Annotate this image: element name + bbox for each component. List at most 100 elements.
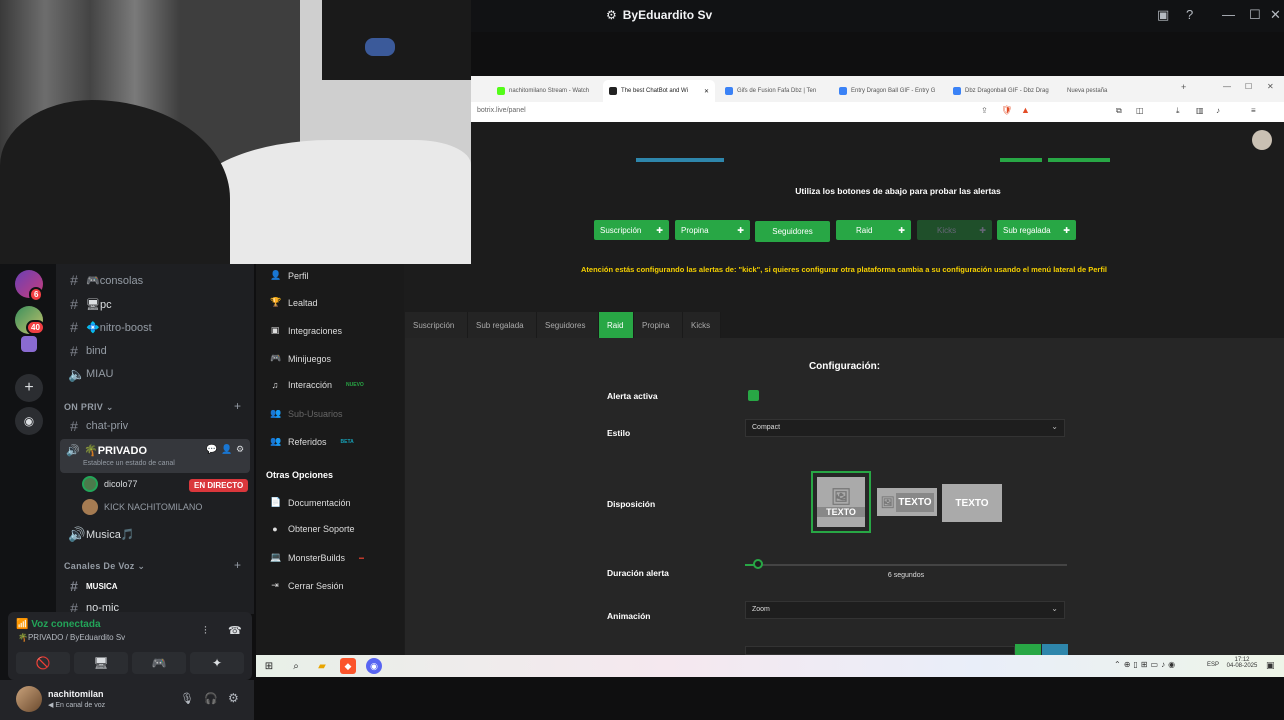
camera-button[interactable]: 🚫 (16, 652, 70, 674)
maximize-button[interactable]: ☐ (1249, 7, 1261, 23)
screen-share-button[interactable]: 🖥 (74, 652, 128, 674)
nav-soporte[interactable]: ● Obtener Soporte (270, 524, 354, 534)
tab-raid[interactable]: Raid (599, 312, 634, 338)
test-suscripcion-button[interactable]: Suscripción ✚ (594, 220, 669, 240)
clock[interactable]: 17:12 04-08-2025 (1225, 657, 1259, 669)
test-sub-regalada-button[interactable]: Sub regalada ✚ (997, 220, 1076, 240)
folder-icon[interactable]: ▰ (314, 658, 330, 674)
channel-nitro-boost[interactable]: # 💠nitro-boost (64, 316, 246, 338)
headphones-icon[interactable]: 🎧 (204, 692, 218, 705)
alert-active-checkbox[interactable] (748, 390, 759, 401)
activities-button[interactable]: 🎮 (132, 652, 186, 674)
nav-sub-usuarios[interactable]: 👥 Sub-Usuarios (270, 408, 343, 419)
tab-sub-regalada[interactable]: Sub regalada (468, 312, 537, 338)
music-icon[interactable]: ♪ (1216, 106, 1220, 115)
chat-icon[interactable]: 💬 (206, 444, 217, 455)
username[interactable]: nachitomilan (48, 689, 104, 699)
category-on-priv[interactable]: ON PRIV ⌄ (64, 402, 114, 413)
close-button[interactable]: ✕ (1267, 82, 1274, 91)
channel-musica-text[interactable]: # MUSICA (64, 575, 246, 597)
gear-icon[interactable]: ⚙ (228, 691, 239, 705)
voice-channel-privado[interactable]: 🔊 🌴PRIVADO Establece un estado de canal … (60, 439, 250, 473)
voice-user-name[interactable]: dicolo77 (104, 479, 138, 489)
channel-musica[interactable]: 🔊 Musica🎵 (64, 523, 246, 545)
add-member-icon[interactable]: 👤 (221, 444, 232, 455)
avatar[interactable] (16, 686, 42, 712)
sound-url-input[interactable] (745, 646, 1015, 655)
server-avatar-3[interactable] (21, 336, 37, 352)
microphone-icon[interactable]: 🎙 (180, 692, 194, 705)
browser-tab[interactable]: Entry Dragon Ball GIF - Entry G (833, 80, 943, 102)
tab-seguidores[interactable]: Seguidores (537, 312, 599, 338)
add-channel-icon[interactable]: + (234, 399, 241, 413)
browser-tab[interactable]: Dbz Dragonball GIF - Dbz Drag (947, 80, 1057, 102)
browser-tab[interactable]: nachitomilano Stream - Watch (491, 80, 599, 102)
duration-slider-track[interactable] (745, 564, 1067, 566)
channel-bind[interactable]: # bind (64, 340, 246, 362)
test-seguidores-button[interactable]: Seguidores (755, 221, 830, 242)
brave-shield-icon[interactable]: 🛡 (1001, 105, 1012, 116)
system-tray-icons[interactable]: ⌃⊕▯⊞▭♪◉ (1114, 660, 1178, 669)
gear-icon[interactable]: ⚙ (236, 444, 244, 455)
help-icon[interactable]: ? (1186, 7, 1193, 22)
channel-chat-priv[interactable]: # chat-priv (64, 415, 246, 437)
new-tab-icon[interactable]: + (1181, 82, 1186, 92)
tab-kicks[interactable]: Kicks (683, 312, 721, 338)
notification-icon[interactable]: ▣ (1266, 660, 1275, 671)
soundboard-button[interactable]: ✦ (190, 652, 244, 674)
tab-suscripcion[interactable]: Suscripción (405, 312, 468, 338)
layout-option-horizontal[interactable]: 🖼 TEXTO (877, 486, 937, 518)
nav-minijuegos[interactable]: 🎮 Minijuegos (270, 353, 331, 364)
duration-slider-handle[interactable] (753, 559, 763, 569)
url-text[interactable]: botrix.live/panel (477, 107, 526, 114)
channel-pc[interactable]: # 🖥pc (64, 293, 246, 315)
nav-interaccion[interactable]: ♫ Interacción NUEVO (270, 380, 364, 390)
search-icon[interactable]: ⌕ (288, 658, 304, 674)
minimize-button[interactable]: — (1222, 7, 1235, 22)
close-button[interactable]: ✕ (1270, 7, 1281, 23)
browser-tab[interactable]: Nueva pestaña (1061, 80, 1131, 102)
test-raid-button[interactable]: Raid ✚ (836, 220, 911, 240)
add-server-icon[interactable]: + (15, 374, 43, 402)
sidebar-icon[interactable]: ◫ (1136, 106, 1144, 115)
download-icon[interactable]: ⤓ (1176, 106, 1180, 116)
nav-lealtad[interactable]: 🏆 Lealtad (270, 297, 318, 308)
browser-tab[interactable]: Gifs de Fusion Fafa Dbz | Ten (719, 80, 829, 102)
brave-rewards-icon[interactable]: ▲ (1021, 105, 1030, 115)
address-bar[interactable]: botrix.live/panel ⇪ 🛡 ▲ ⧉ ◫ ⤓ ▥ ♪ ≡ (471, 102, 1284, 122)
extensions-icon[interactable]: ⧉ (1116, 106, 1122, 116)
nav-monsterbuilds[interactable]: 💻 MonsterBuilds ▬ (270, 552, 364, 563)
nav-documentacion[interactable]: 📄 Documentación (270, 497, 351, 508)
nav-cerrar-sesion[interactable]: ⇥ Cerrar Sesión (270, 580, 343, 591)
avatar[interactable] (1252, 130, 1272, 150)
browser-tab-active[interactable]: The best ChatBot and Wi ✕ (603, 80, 715, 102)
tab-propina[interactable]: Propina (634, 312, 683, 338)
add-channel-icon[interactable]: + (234, 558, 241, 572)
disconnect-icon[interactable]: ☎ (228, 624, 242, 637)
style-select[interactable]: Compact ⌄ (745, 419, 1065, 437)
screen-share-icon[interactable]: ▣ (1157, 7, 1169, 23)
animation-select[interactable]: Zoom ⌄ (745, 601, 1065, 619)
edit-button[interactable] (1042, 644, 1068, 655)
share-icon[interactable]: ⇪ (981, 106, 988, 115)
close-tab-icon[interactable]: ✕ (704, 88, 709, 95)
channel-miau[interactable]: 🔈 MIAU (64, 363, 246, 385)
layout-option-vertical[interactable]: 🖼 TEXTO (811, 471, 871, 533)
brave-icon[interactable]: ◆ (340, 658, 356, 674)
voice-channel-path[interactable]: 🌴PRIVADO / ByEduardito Sv (18, 633, 125, 642)
maximize-button[interactable]: ☐ (1245, 82, 1252, 91)
discord-icon[interactable]: ◉ (366, 658, 382, 674)
channel-consolas[interactable]: # 🎮consolas (64, 269, 246, 291)
upload-button[interactable] (1015, 644, 1041, 655)
language-indicator[interactable]: ESP (1207, 662, 1219, 668)
voice-status[interactable]: 📶 Voz conectada (16, 619, 101, 630)
nav-referidos[interactable]: 👥 Referidos BETA (270, 436, 354, 447)
minimize-button[interactable]: — (1223, 82, 1231, 91)
test-kicks-button[interactable]: Kicks ✚ (917, 220, 992, 240)
wallet-icon[interactable]: ▥ (1196, 106, 1204, 115)
layout-option-overlay[interactable]: TEXTO (942, 484, 1002, 522)
start-icon[interactable]: ⊞ (261, 658, 277, 674)
menu-icon[interactable]: ≡ (1251, 106, 1256, 115)
category-canales-de-voz[interactable]: Canales De Voz ⌄ (64, 561, 145, 572)
test-propina-button[interactable]: Propina ✚ (675, 220, 750, 240)
